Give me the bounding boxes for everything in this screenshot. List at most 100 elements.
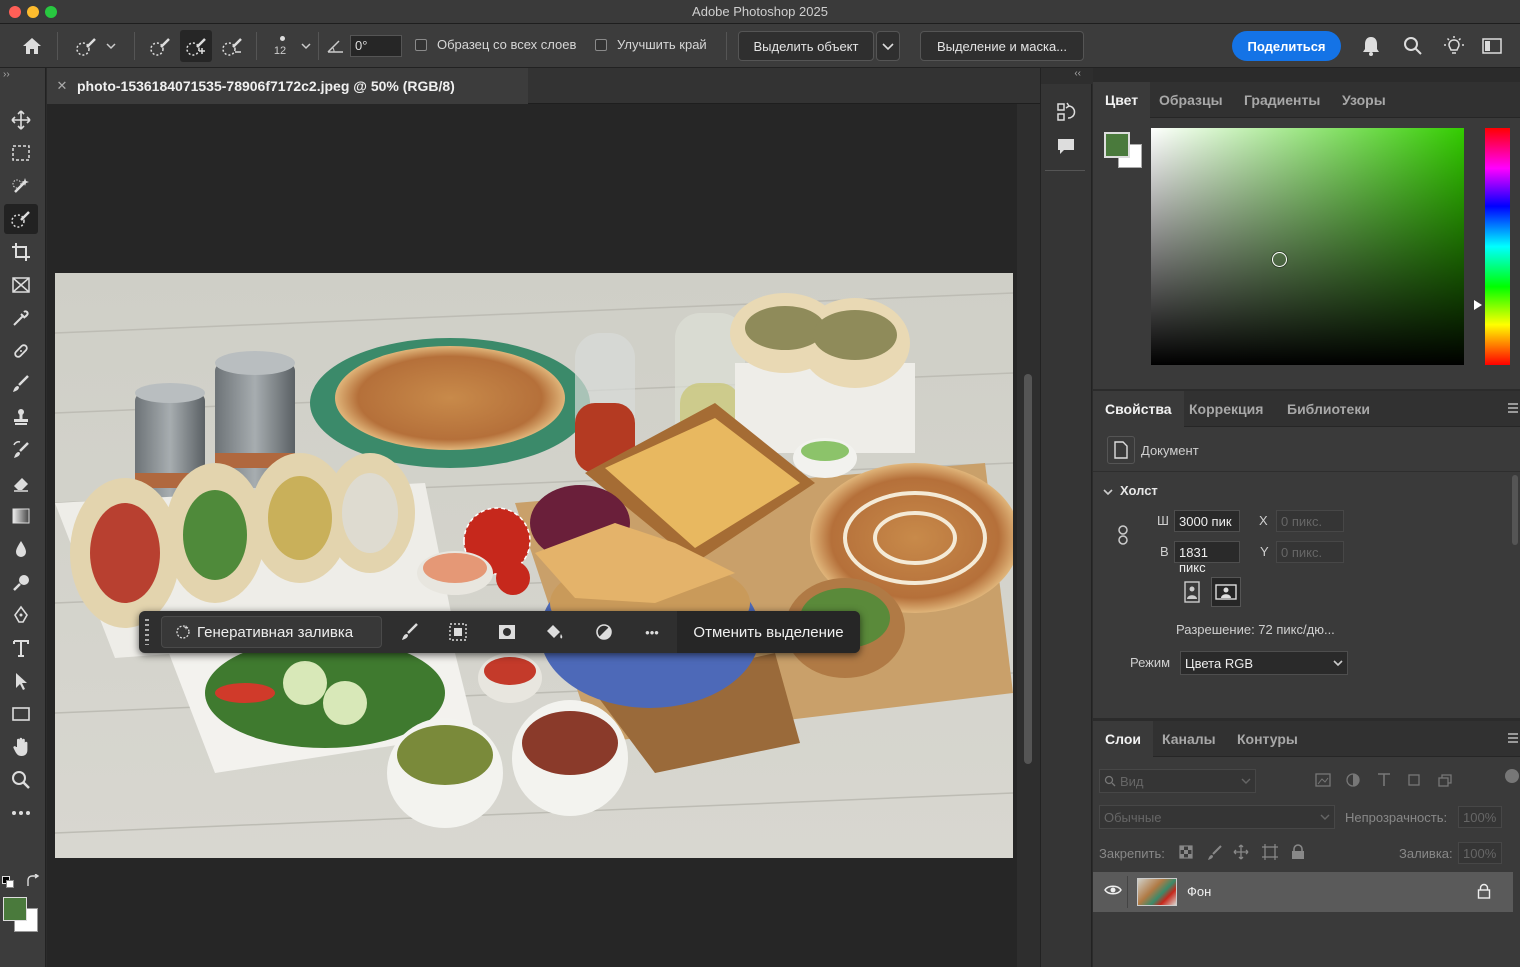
crop-tool-icon[interactable] — [4, 237, 38, 267]
lock-all-icon[interactable] — [1291, 844, 1305, 863]
brush-tool-icon[interactable] — [4, 369, 38, 399]
tab-channels[interactable]: Каналы — [1151, 721, 1227, 757]
document-tab[interactable]: ✕ photo-1536184071535-78906f7172c2.jpeg … — [47, 68, 528, 104]
filter-shape-icon[interactable] — [1407, 773, 1421, 790]
color-field[interactable] — [1151, 128, 1464, 365]
clone-stamp-tool-icon[interactable] — [4, 402, 38, 432]
lock-artboard-icon[interactable] — [1261, 844, 1279, 863]
angle-input[interactable]: 0° — [350, 35, 402, 57]
quick-selection-tool-icon[interactable] — [4, 204, 38, 234]
landscape-orientation-icon[interactable] — [1211, 577, 1241, 607]
filter-smart-object-icon[interactable] — [1438, 773, 1452, 790]
filter-adjustment-icon[interactable] — [1346, 773, 1360, 790]
more-tools-icon[interactable] — [4, 798, 38, 828]
search-icon[interactable] — [1398, 24, 1428, 68]
tool-preset-picker[interactable] — [66, 24, 124, 68]
path-selection-tool-icon[interactable] — [4, 666, 38, 696]
properties-scrollbar[interactable] — [1512, 475, 1518, 545]
bell-icon[interactable] — [1356, 24, 1386, 68]
tab-patterns[interactable]: Узоры — [1332, 82, 1396, 118]
document-image[interactable] — [55, 273, 1013, 858]
blend-mode-select[interactable]: Обычные — [1099, 805, 1335, 829]
history-panel-icon[interactable] — [1051, 97, 1081, 127]
comments-panel-icon[interactable] — [1051, 131, 1081, 161]
layer-filter-select[interactable]: Вид — [1099, 769, 1256, 793]
select-subject-button[interactable]: Выделить объект — [738, 31, 874, 61]
create-mask-icon[interactable] — [492, 617, 522, 647]
blur-tool-icon[interactable] — [4, 534, 38, 564]
close-tab-icon[interactable]: ✕ — [47, 78, 77, 94]
tab-paths[interactable]: Контуры — [1226, 721, 1309, 757]
select-and-mask-button[interactable]: Выделение и маска... — [920, 31, 1084, 61]
sample-all-layers-checkbox[interactable] — [415, 39, 427, 51]
swap-colors-icon[interactable] — [26, 873, 40, 891]
workspace-icon[interactable] — [1477, 24, 1507, 68]
hue-slider[interactable] — [1485, 128, 1510, 365]
new-selection-icon[interactable] — [144, 24, 176, 68]
invert-selection-icon[interactable] — [443, 617, 473, 647]
filter-pixel-icon[interactable] — [1315, 773, 1331, 790]
discover-lightbulb-icon[interactable] — [1439, 24, 1469, 68]
home-icon[interactable] — [14, 24, 50, 68]
lock-transparent-pixels-icon[interactable] — [1179, 845, 1193, 862]
lock-image-pixels-icon[interactable] — [1207, 845, 1223, 864]
subtract-from-selection-icon[interactable] — [216, 24, 248, 68]
lock-position-icon[interactable] — [1233, 844, 1249, 863]
brush-size-picker[interactable]: 12 — [266, 24, 316, 68]
foreground-color-chip[interactable] — [1104, 132, 1130, 158]
collapse-panels-icon[interactable]: ‹‹ — [1041, 68, 1093, 84]
chevron-down-icon[interactable] — [1103, 488, 1113, 496]
eyedropper-tool-icon[interactable] — [4, 303, 38, 333]
deselect-button[interactable]: Отменить выделение — [677, 611, 860, 653]
zoom-tool-icon[interactable] — [4, 765, 38, 795]
panel-menu-icon[interactable] — [1508, 733, 1518, 743]
dodge-tool-icon[interactable] — [4, 567, 38, 597]
select-subject-dropdown[interactable] — [876, 31, 900, 61]
tab-libraries[interactable]: Библиотеки — [1276, 391, 1381, 427]
link-dimensions-icon[interactable] — [1117, 525, 1129, 548]
frame-tool-icon[interactable] — [4, 270, 38, 300]
tab-color[interactable]: Цвет — [1093, 82, 1151, 118]
tab-gradients[interactable]: Градиенты — [1234, 82, 1330, 118]
default-colors-icon[interactable] — [2, 876, 14, 888]
eye-icon[interactable] — [1104, 884, 1122, 899]
filter-toggle-switch[interactable] — [1505, 769, 1519, 783]
modify-selection-brush-icon[interactable] — [395, 617, 425, 647]
history-brush-tool-icon[interactable] — [4, 435, 38, 465]
color-mode-select[interactable]: Цвета RGB — [1180, 651, 1348, 675]
tab-layers[interactable]: Слои — [1093, 721, 1153, 757]
rectangle-tool-icon[interactable] — [4, 699, 38, 729]
move-tool-icon[interactable] — [4, 105, 38, 135]
scrollbar-thumb[interactable] — [1024, 374, 1032, 764]
canvas-width-input[interactable]: 3000 пик — [1174, 510, 1240, 532]
fill-selection-icon[interactable] — [539, 617, 569, 647]
canvas-x-input[interactable]: 0 пикс. — [1276, 510, 1344, 532]
canvas-height-input[interactable]: 1831 пикс — [1174, 541, 1240, 575]
color-picker-cursor[interactable] — [1272, 252, 1287, 267]
add-to-selection-icon[interactable] — [180, 30, 212, 62]
eraser-tool-icon[interactable] — [4, 468, 38, 498]
portrait-orientation-icon[interactable] — [1181, 578, 1203, 606]
adjustment-layer-icon[interactable] — [589, 617, 619, 647]
share-button[interactable]: Поделиться — [1232, 31, 1341, 61]
hue-slider-handle[interactable] — [1474, 300, 1482, 310]
tab-adjustments[interactable]: Коррекция — [1178, 391, 1274, 427]
canvas-y-input[interactable]: 0 пикс. — [1276, 541, 1344, 563]
fill-input[interactable]: 100% — [1458, 842, 1502, 864]
gradient-tool-icon[interactable] — [4, 501, 38, 531]
task-bar-drag-handle[interactable] — [145, 619, 149, 645]
object-selection-tool-icon[interactable] — [4, 171, 38, 201]
layer-row[interactable]: Фон — [1093, 872, 1513, 912]
lock-icon[interactable] — [1477, 883, 1491, 902]
expand-toolbar-icon[interactable]: ›› — [3, 69, 10, 80]
marquee-tool-icon[interactable] — [4, 138, 38, 168]
hand-tool-icon[interactable] — [4, 732, 38, 762]
panel-menu-icon[interactable] — [1508, 403, 1518, 413]
more-options-icon[interactable]: ••• — [637, 617, 667, 647]
generative-fill-button[interactable]: Генеративная заливка — [161, 616, 382, 648]
filter-type-icon[interactable] — [1377, 773, 1391, 790]
healing-brush-tool-icon[interactable] — [4, 336, 38, 366]
pen-tool-icon[interactable] — [4, 600, 38, 630]
canvas-scrollbar[interactable] — [1017, 104, 1040, 967]
foreground-color-swatch[interactable] — [3, 897, 27, 921]
